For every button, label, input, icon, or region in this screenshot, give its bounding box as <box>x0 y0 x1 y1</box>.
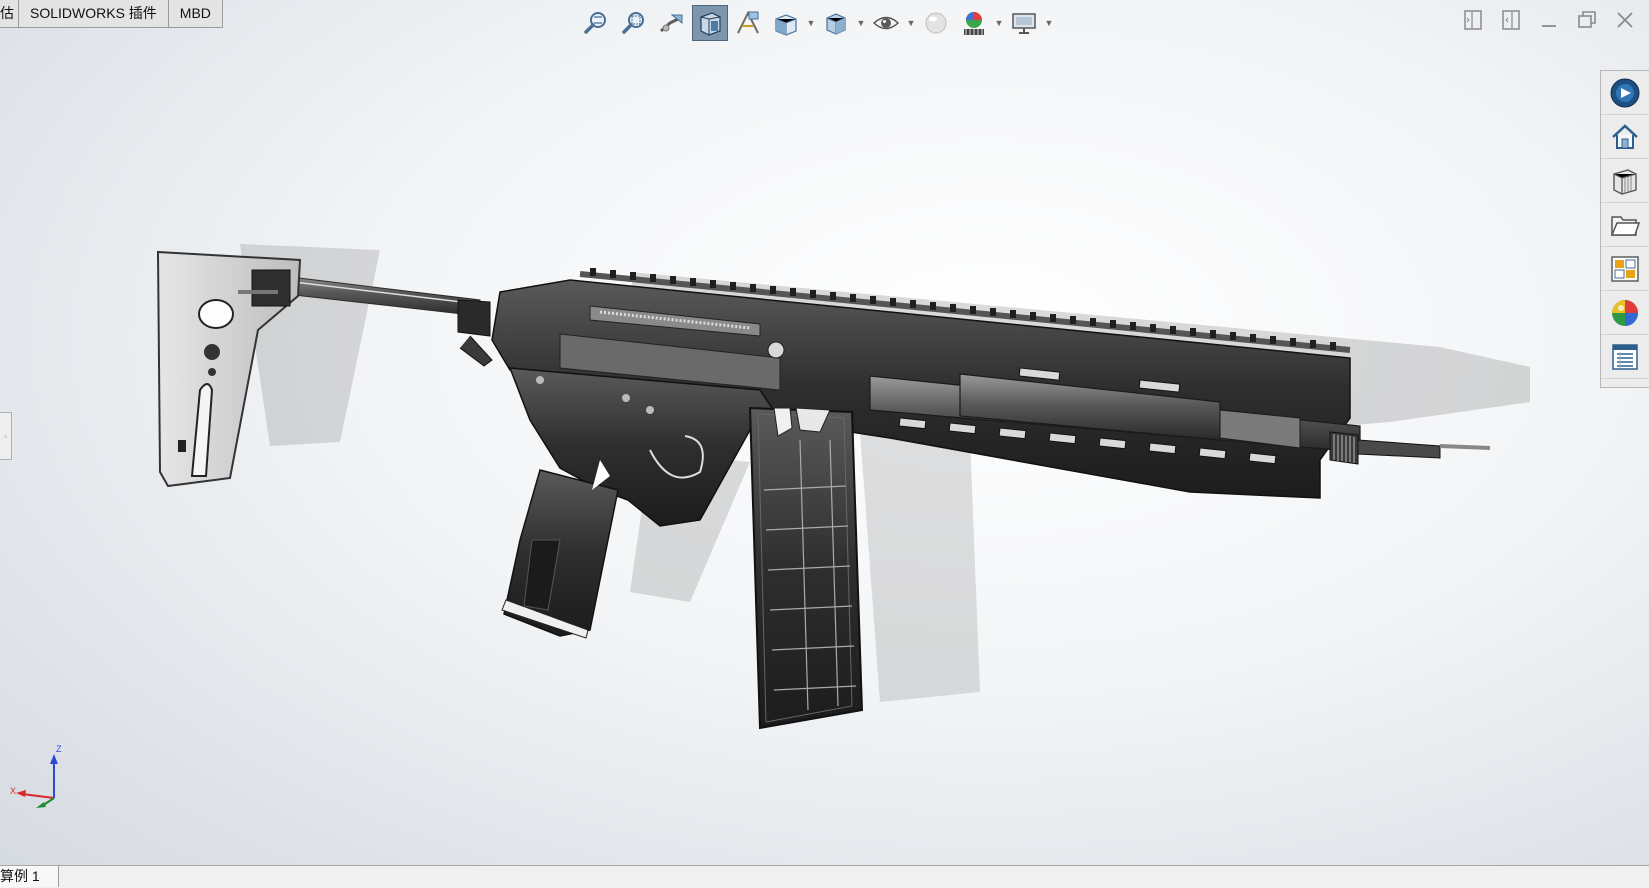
window-controls <box>1461 6 1637 34</box>
appearances-scenes-icon <box>1612 299 1638 326</box>
file-explorer-icon <box>1610 215 1641 236</box>
heads-up-view-toolbar: ▼ ▼ ▼ ▼ ▼ <box>578 4 1054 42</box>
dynamic-annotation-views-icon <box>737 10 759 34</box>
minimize-icon <box>1542 25 1556 27</box>
study-tab[interactable]: 算例 1 <box>0 866 59 887</box>
tp-view-palette[interactable] <box>1601 247 1649 291</box>
command-manager-tabs: 估 SOLIDWORKS 插件 MBD <box>0 0 223 28</box>
triad-x-label: X <box>10 786 17 796</box>
view-orientation-dropdown[interactable]: ▼ <box>806 5 816 41</box>
solidworks-window: 估 SOLIDWORKS 插件 MBD ▼ ▼ ▼ ▼ ▼ ◦ Z X 算例 1 <box>0 0 1649 888</box>
feature-manager-toggle[interactable]: ◦ <box>0 412 12 460</box>
view-orientation-button[interactable] <box>768 5 804 41</box>
hide-show-items-dropdown[interactable]: ▼ <box>906 5 916 41</box>
close-icon <box>1617 12 1633 28</box>
close-button[interactable] <box>1613 6 1637 34</box>
tp-solidworks-resources[interactable] <box>1601 71 1649 115</box>
tile-right-button[interactable] <box>1499 6 1523 34</box>
tile-left-icon <box>1464 10 1482 30</box>
rifle-model-viewport[interactable] <box>140 240 1560 760</box>
tp-design-library[interactable] <box>1601 159 1649 203</box>
tp-home[interactable] <box>1601 115 1649 159</box>
hide-show-items-button[interactable] <box>868 5 904 41</box>
previous-view-button[interactable] <box>654 5 690 41</box>
zoom-to-area-button[interactable] <box>616 5 652 41</box>
section-view-button[interactable] <box>692 5 728 41</box>
apply-scene-button[interactable] <box>956 5 992 41</box>
apply-scene-icon <box>964 12 984 35</box>
tab-mbd[interactable]: MBD <box>167 0 223 28</box>
tp-file-explorer[interactable] <box>1601 203 1649 247</box>
view-orientation-icon <box>775 14 797 36</box>
display-style-icon <box>826 13 846 35</box>
design-library-icon <box>1613 168 1637 195</box>
view-settings-dropdown[interactable]: ▼ <box>1044 5 1054 41</box>
view-settings-icon <box>1012 13 1036 34</box>
hide-show-items-icon <box>872 16 900 30</box>
section-view-icon <box>700 12 721 36</box>
edit-appearance-icon <box>925 12 947 34</box>
restore-icon <box>1578 11 1596 28</box>
minimize-button[interactable] <box>1537 6 1561 34</box>
view-palette-icon <box>1611 255 1639 282</box>
home-icon <box>1612 123 1638 149</box>
zoom-to-area-icon <box>622 12 644 34</box>
pistol-grip <box>501 460 619 639</box>
previous-view-icon <box>660 14 683 33</box>
dynamic-annotation-views-button[interactable] <box>730 5 766 41</box>
magazine <box>748 406 864 730</box>
apply-scene-dropdown[interactable]: ▼ <box>994 5 1004 41</box>
restore-button[interactable] <box>1575 6 1599 34</box>
view-settings-button[interactable] <box>1006 5 1042 41</box>
coordinate-triad: Z X Y <box>8 744 68 810</box>
zoom-to-fit-icon <box>584 12 606 34</box>
tp-appearances-scenes[interactable] <box>1601 291 1649 335</box>
custom-properties-icon <box>1612 343 1638 370</box>
tab-solidworks-addins[interactable]: SOLIDWORKS 插件 <box>18 0 169 28</box>
edit-appearance-button[interactable] <box>918 5 954 41</box>
zoom-to-fit-button[interactable] <box>578 5 614 41</box>
display-style-dropdown[interactable]: ▼ <box>856 5 866 41</box>
bottom-tab-bar: 算例 1 <box>0 865 1649 888</box>
expand-arrow-icon: ◦ <box>4 431 7 441</box>
tp-custom-properties[interactable] <box>1601 335 1649 379</box>
display-style-button[interactable] <box>818 5 854 41</box>
tile-left-button[interactable] <box>1461 6 1485 34</box>
solidworks-resources-icon <box>1610 78 1640 107</box>
task-pane <box>1600 70 1649 388</box>
tab-evaluate[interactable]: 估 <box>0 0 19 28</box>
triad-z-label: Z <box>56 744 62 754</box>
tile-right-icon <box>1502 10 1520 30</box>
